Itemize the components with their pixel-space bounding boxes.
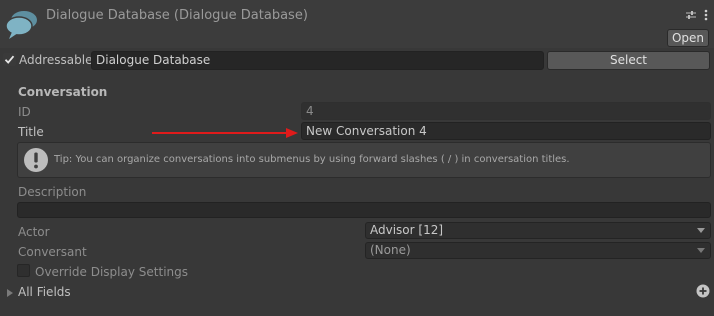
chevron-down-icon bbox=[697, 248, 705, 253]
id-label: ID bbox=[18, 105, 31, 119]
id-field: 4 bbox=[301, 102, 711, 120]
conversant-dropdown-value: (None) bbox=[370, 243, 411, 257]
addressable-checkbox[interactable] bbox=[3, 53, 16, 66]
title-field[interactable]: New Conversation 4 bbox=[301, 122, 711, 140]
chevron-down-icon bbox=[697, 228, 705, 233]
conversant-dropdown[interactable]: (None) bbox=[365, 242, 711, 259]
all-fields-foldout[interactable]: All Fields bbox=[18, 284, 71, 300]
addressable-label: Addressable bbox=[19, 53, 93, 67]
conversant-label: Conversant bbox=[18, 245, 87, 259]
override-display-checkbox[interactable] bbox=[17, 264, 30, 277]
actor-label: Actor bbox=[18, 225, 50, 239]
kebab-menu-icon[interactable] bbox=[703, 8, 709, 22]
sliders-icon[interactable] bbox=[685, 9, 697, 21]
open-button[interactable]: Open bbox=[667, 29, 709, 47]
warning-icon bbox=[23, 147, 49, 173]
checkmark-icon bbox=[4, 55, 15, 64]
title-label: Title bbox=[18, 125, 44, 139]
select-button[interactable]: Select bbox=[547, 51, 710, 70]
add-field-icon[interactable] bbox=[696, 284, 710, 298]
inspector-title: Dialogue Database (Dialogue Database) bbox=[46, 8, 308, 23]
actor-dropdown[interactable]: Advisor [12] bbox=[365, 222, 711, 239]
expand-arrow-icon[interactable] bbox=[6, 287, 14, 297]
addressable-address-field[interactable]: Dialogue Database bbox=[91, 51, 544, 70]
section-header-conversation: Conversation bbox=[18, 85, 108, 99]
actor-dropdown-value: Advisor [12] bbox=[370, 223, 444, 237]
annotation-arrow bbox=[150, 127, 300, 139]
tip-text: Tip: You can organize conversations into… bbox=[54, 154, 570, 165]
override-display-label: Override Display Settings bbox=[35, 265, 188, 279]
description-field[interactable] bbox=[17, 202, 711, 218]
chat-bubbles-icon bbox=[4, 8, 40, 40]
description-label: Description bbox=[18, 185, 87, 199]
